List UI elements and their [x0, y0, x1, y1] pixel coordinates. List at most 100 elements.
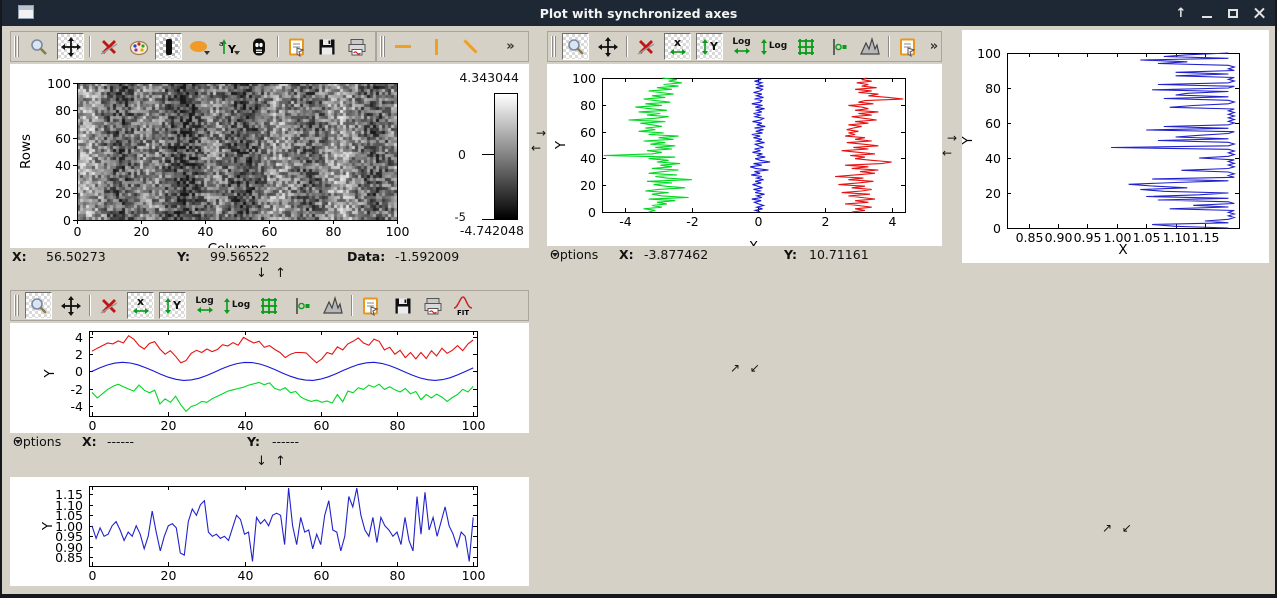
horizontal-arrow-icon — [133, 307, 149, 315]
log-x-button[interactable]: Log — [728, 33, 755, 60]
options-dropdown[interactable]: Options — [550, 247, 558, 262]
blue-sine-curve[interactable] — [92, 362, 473, 380]
x-autoscale-button[interactable]: x — [664, 33, 691, 60]
toolbar-grip[interactable] — [380, 36, 385, 57]
diagonal-sync-arrows[interactable]: ↗ ↙ — [730, 361, 763, 375]
vertical-arrow-icon — [223, 298, 231, 314]
y-autoscale-button[interactable]: Y — [159, 292, 186, 319]
delete-button[interactable] — [95, 292, 122, 319]
blue-trace-curve[interactable] — [750, 78, 770, 212]
curve-marker-button[interactable] — [824, 33, 851, 60]
svg-text:60: 60 — [262, 224, 278, 239]
pan-arrows-icon — [598, 37, 618, 57]
svg-text:4: 4 — [889, 214, 897, 229]
pan-button[interactable] — [57, 33, 84, 60]
zoom-button[interactable] — [25, 292, 52, 319]
minimize-button[interactable] — [1199, 5, 1215, 21]
delete-item-button[interactable] — [95, 33, 122, 60]
grid-button[interactable] — [255, 292, 282, 319]
options-dropdown[interactable]: Options — [13, 434, 21, 449]
svg-text:0.95: 0.95 — [1074, 230, 1102, 245]
pan-button[interactable] — [594, 33, 621, 60]
triple-plot-statusbar: Options X: ------ Y: ------ — [10, 434, 529, 452]
app-window: Plot with synchronized axes ↑ — [0, 0, 1277, 598]
colorbar-toggle-button[interactable] — [155, 33, 182, 60]
svg-text:Y: Y — [40, 521, 56, 531]
copy-clipboard-button[interactable] — [283, 33, 310, 60]
x-autoscale-button[interactable]: x — [127, 292, 154, 319]
color-palette-button[interactable] — [125, 33, 152, 60]
grid-button[interactable] — [792, 33, 819, 60]
log-glyph: Log — [732, 38, 750, 47]
x-axis-sync-arrows[interactable]: → ← — [942, 131, 962, 161]
y-coord-label: Y: — [247, 434, 260, 449]
grid-icon — [260, 297, 278, 315]
log-y-button[interactable]: Log — [760, 33, 787, 60]
palette-icon — [129, 37, 149, 57]
svg-text:40: 40 — [198, 224, 214, 239]
spike-plot-panel[interactable]: 0.850.900.951.001.051.101.15020406080100… — [962, 30, 1269, 263]
fit-curve-icon: FIT — [452, 295, 474, 316]
vertical-line-icon — [435, 39, 438, 55]
diagonal-sync-arrows[interactable]: ↗ ↙ — [1102, 521, 1135, 535]
toolbar-overflow-button[interactable]: » — [926, 33, 942, 60]
svg-text:20: 20 — [134, 224, 150, 239]
red-noise-curve[interactable] — [92, 336, 473, 363]
copy-clipboard-button[interactable] — [357, 292, 384, 319]
x-axis-sync-arrows[interactable]: → ← — [531, 126, 551, 156]
copy-clipboard-button[interactable] — [894, 33, 921, 60]
curve-marker-button[interactable] — [287, 292, 314, 319]
log-x-button[interactable]: Log — [191, 292, 218, 319]
pan-button[interactable] — [57, 292, 84, 319]
vline-cursor-button[interactable] — [423, 33, 450, 60]
print-button[interactable] — [419, 292, 446, 319]
ellipse-shape-button[interactable] — [185, 33, 212, 60]
data-value: -1.592009 — [395, 249, 459, 264]
hline-cursor-button[interactable] — [389, 33, 416, 60]
zoom-button[interactable] — [562, 33, 589, 60]
stats-button[interactable] — [856, 33, 883, 60]
printer-icon — [423, 296, 443, 316]
y-axis-sync-arrows[interactable]: ↓ ↑ — [232, 266, 312, 281]
blue-spikes-curve[interactable] — [1111, 53, 1234, 228]
red-cross-icon — [100, 38, 118, 56]
red-trace-curve[interactable] — [835, 78, 903, 212]
mask-icon — [249, 37, 269, 57]
green-noise-curve[interactable] — [92, 383, 473, 412]
bottom-plot-panel[interactable]: 0204060801001.151.101.051.000.950.900.85… — [10, 477, 529, 586]
svg-text:60: 60 — [55, 131, 71, 146]
image-plot-statusbar: X: 56.50273 Y: 99.56522 Data: -1.592009 — [10, 249, 529, 267]
log-y-button[interactable]: Log — [223, 292, 250, 319]
svg-text:2: 2 — [822, 214, 830, 229]
svg-text:X: X — [1118, 242, 1127, 258]
y-autoscale-button[interactable]: Y — [696, 33, 723, 60]
image-plot-panel[interactable]: 4.343044 -4.742048 0 -5 0204060801000204… — [10, 64, 529, 248]
toolbar-grip[interactable] — [14, 295, 19, 316]
toolbar-grip[interactable] — [14, 36, 19, 57]
triple-plot-axes: 020406080100420-2-4Y — [10, 323, 529, 433]
toolbar-overflow-button[interactable]: » — [497, 33, 524, 60]
save-button[interactable] — [313, 33, 340, 60]
axes-scale-button[interactable]: aY — [215, 33, 242, 60]
svg-text:80: 80 — [55, 103, 71, 118]
shade-button[interactable]: ↑ — [1173, 5, 1189, 21]
save-button[interactable] — [389, 292, 416, 319]
zoom-button[interactable] — [25, 33, 52, 60]
green-trace-curve[interactable] — [604, 78, 692, 212]
segment-cursor-button[interactable] — [457, 33, 484, 60]
close-button[interactable] — [1251, 5, 1267, 21]
triple-plot-toolbar: x Y Log Log FIT — [10, 290, 529, 321]
mask-button[interactable] — [245, 33, 272, 60]
log-glyph: Log — [769, 42, 787, 51]
toolbar-grip[interactable] — [551, 36, 556, 57]
stats-button[interactable] — [319, 292, 346, 319]
sync-plot-panel[interactable]: -4-2024020406080100XY — [547, 64, 942, 246]
triple-plot-panel[interactable]: 020406080100420-2-4Y — [10, 323, 529, 433]
maximize-button[interactable] — [1225, 5, 1241, 21]
print-button[interactable] — [343, 33, 370, 60]
fit-button[interactable]: FIT — [449, 292, 476, 319]
y-axis-sync-arrows[interactable]: ↓ ↑ — [232, 454, 312, 469]
blue-noise-curve[interactable] — [92, 488, 473, 561]
x-coord-value: 56.50273 — [46, 249, 106, 264]
delete-button[interactable] — [632, 33, 659, 60]
